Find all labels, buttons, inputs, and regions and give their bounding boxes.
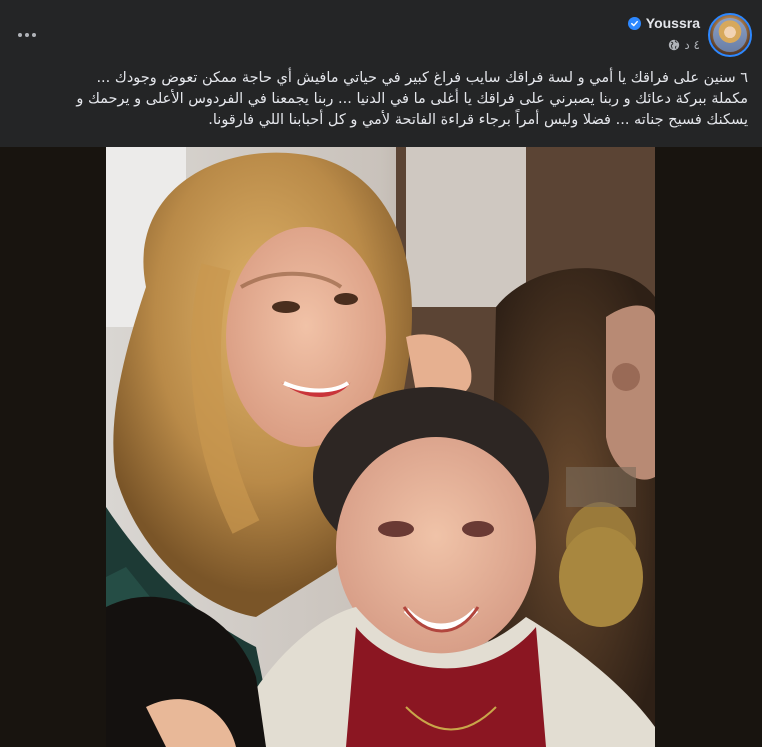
post-timestamp[interactable]: ٤ د xyxy=(684,38,700,52)
more-options-icon[interactable] xyxy=(14,22,40,48)
facebook-post: Youssra ٤ د ٦ سنين على فراقك يا أمي و لس… xyxy=(0,0,762,747)
post-media[interactable] xyxy=(0,147,762,747)
caption-line: يسكنك فسيح جناته ... فضلا وليس أمراً برج… xyxy=(208,112,748,128)
post-header: Youssra ٤ د xyxy=(0,0,762,64)
post-meta: ٤ د xyxy=(668,38,700,52)
globe-icon[interactable] xyxy=(668,39,680,51)
caption-line: مكملة ببركة دعائك و ربنا يصبرني على فراق… xyxy=(76,91,748,107)
author-name-row: Youssra xyxy=(627,15,700,31)
author-name[interactable]: Youssra xyxy=(646,15,700,31)
author-avatar[interactable] xyxy=(708,13,752,57)
verified-badge-icon xyxy=(627,16,641,30)
caption-line: ٦ سنين على فراقك يا أمي و لسة فراقك سايب… xyxy=(96,70,748,86)
post-caption: ٦ سنين على فراقك يا أمي و لسة فراقك سايب… xyxy=(12,68,748,131)
post-photo[interactable] xyxy=(106,147,655,747)
